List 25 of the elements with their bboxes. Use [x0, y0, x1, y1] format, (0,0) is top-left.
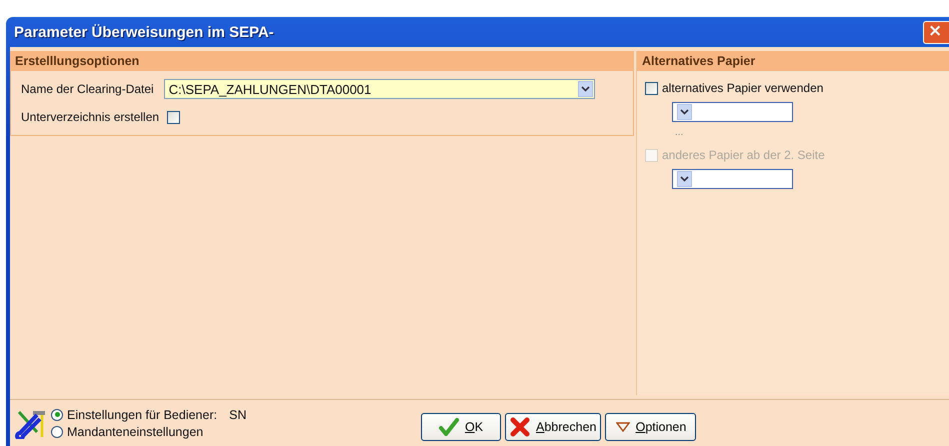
ellipsis-text: ...: [674, 127, 684, 140]
checkbox[interactable]: [645, 82, 658, 94]
paper-dropdown[interactable]: [672, 169, 793, 189]
checkbox[interactable]: [167, 110, 180, 124]
checkmark-icon: [438, 418, 459, 436]
checkbox-label: alternatives Papier verwenden: [662, 81, 824, 95]
cancel-button[interactable]: Abbrechen: [505, 413, 602, 441]
triangle-down-icon: [616, 422, 630, 432]
paper-dropdown[interactable]: [672, 102, 793, 122]
checkbox-label: anderes Papier ab der 2. Seite: [662, 148, 825, 162]
options-button[interactable]: Optionen: [605, 413, 696, 441]
radio-label: Einstellungen für Bediener:: [67, 408, 218, 422]
section-header: Erstelllungsoptionen: [10, 51, 634, 71]
field-label: Name der Clearing-Datei: [21, 82, 154, 96]
radio-label: Mandanteneinstellungen: [67, 424, 204, 438]
section-header: Alternatives Papier: [637, 51, 949, 71]
window-title: Parameter Überweisungen im SEPA-: [13, 24, 274, 40]
ok-button[interactable]: OK: [421, 413, 501, 441]
file-path-dropdown[interactable]: C:\SEPA_ZAHLUNGEN\DTA00001: [164, 79, 595, 99]
close-button[interactable]: ×: [923, 20, 949, 44]
checkbox-label: Unterverzeichnis erstellen: [21, 110, 160, 124]
radio-button[interactable]: [51, 426, 63, 438]
cross-icon: [510, 417, 530, 437]
user-code: SN: [229, 408, 246, 422]
radio-button[interactable]: [51, 408, 63, 420]
